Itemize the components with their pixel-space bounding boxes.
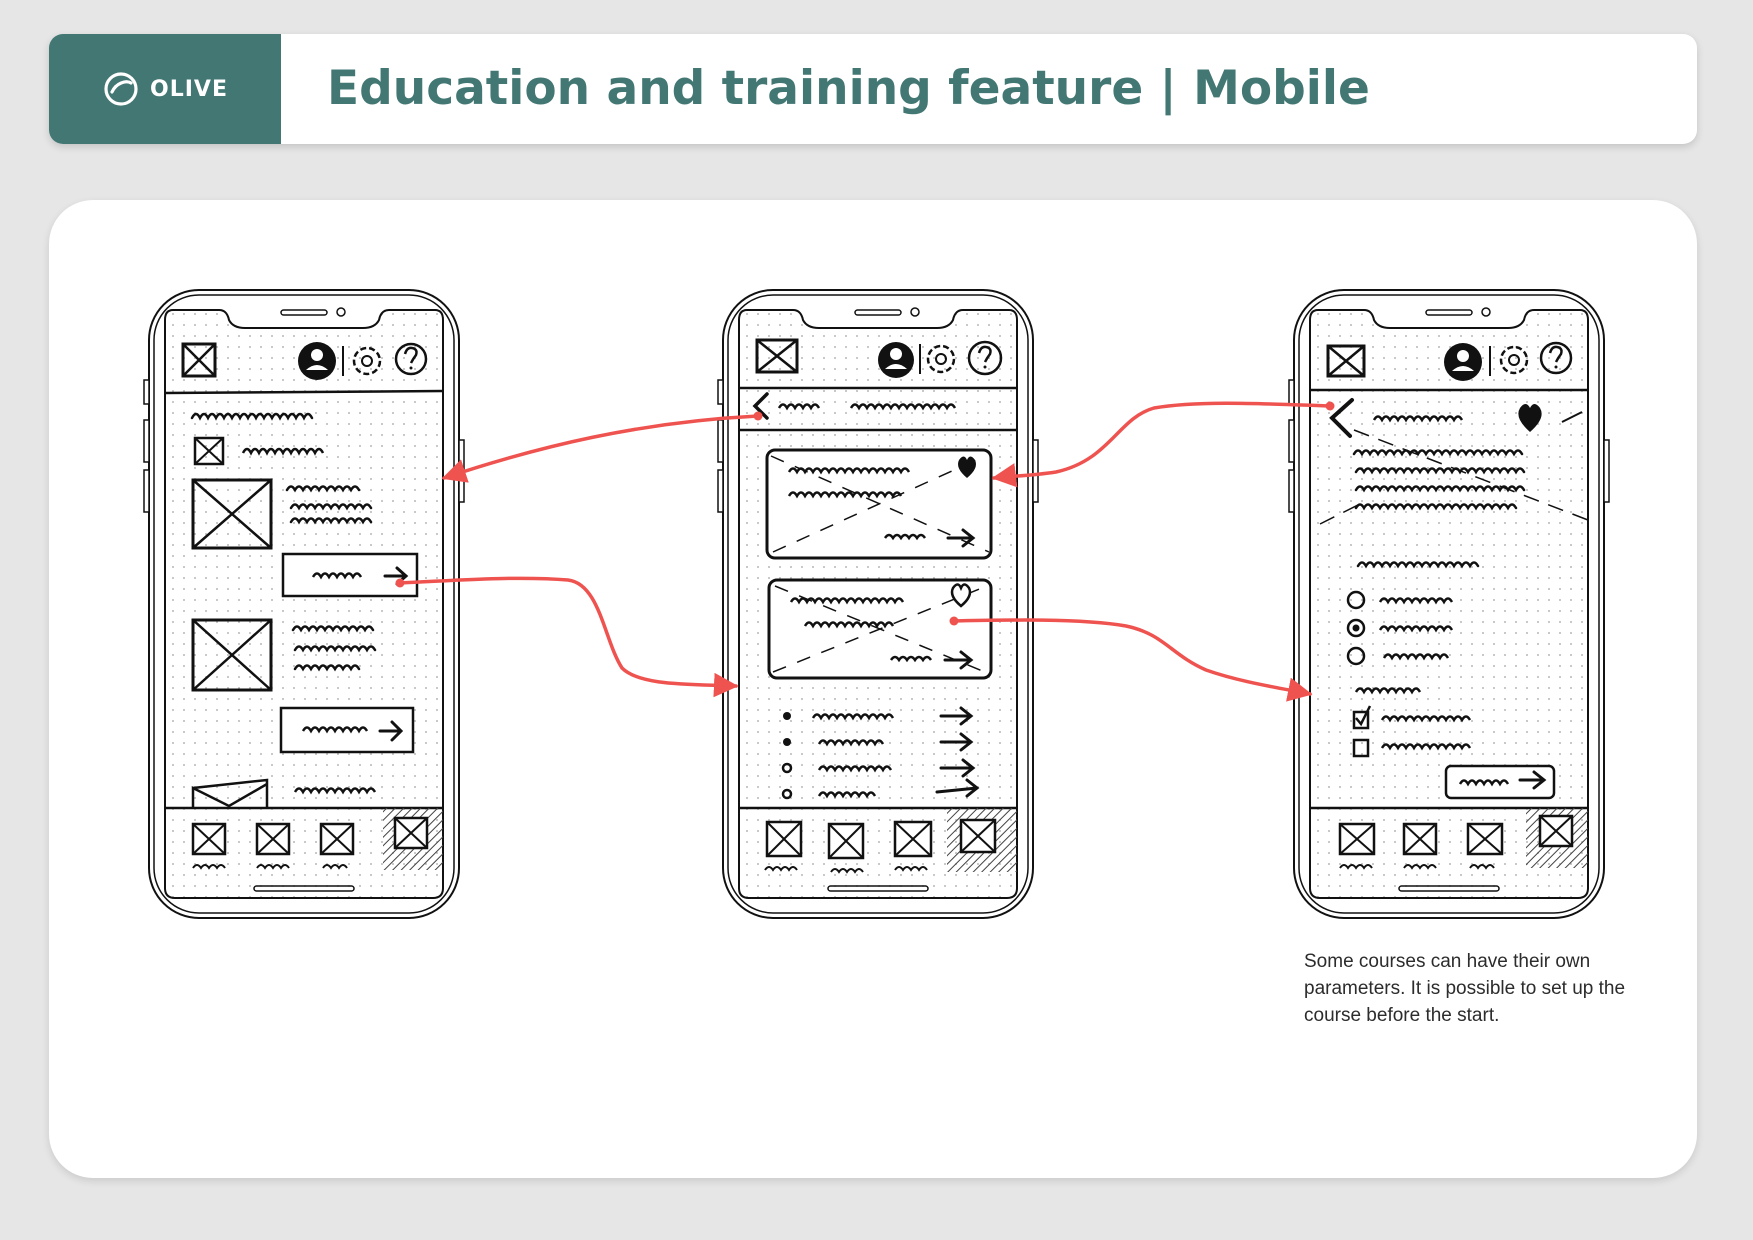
lesson-card[interactable]: [765, 448, 993, 560]
start-course-button[interactable]: [1444, 764, 1556, 800]
tab-item-active[interactable]: [1538, 814, 1574, 848]
open-course-button[interactable]: [281, 552, 419, 598]
lesson-card[interactable]: [767, 578, 993, 680]
tab-item-active[interactable]: [959, 818, 997, 854]
wireframe-canvas: [143, 289, 1610, 919]
phone-course-setup: [1288, 289, 1610, 919]
avatar-icon[interactable]: [1444, 343, 1482, 381]
flow-arrow-back-to-list: [441, 411, 763, 483]
open-course-button[interactable]: [279, 706, 415, 754]
phone-course-list: [143, 289, 465, 919]
tab-item-active[interactable]: [393, 816, 429, 850]
phone-course-detail: [717, 289, 1039, 919]
setup-note: Some courses can have their own paramete…: [1304, 951, 1626, 1026]
avatar-icon[interactable]: [298, 342, 336, 380]
flow-arrow-back-to-detail: [991, 401, 1335, 488]
avatar-icon[interactable]: [878, 342, 914, 378]
